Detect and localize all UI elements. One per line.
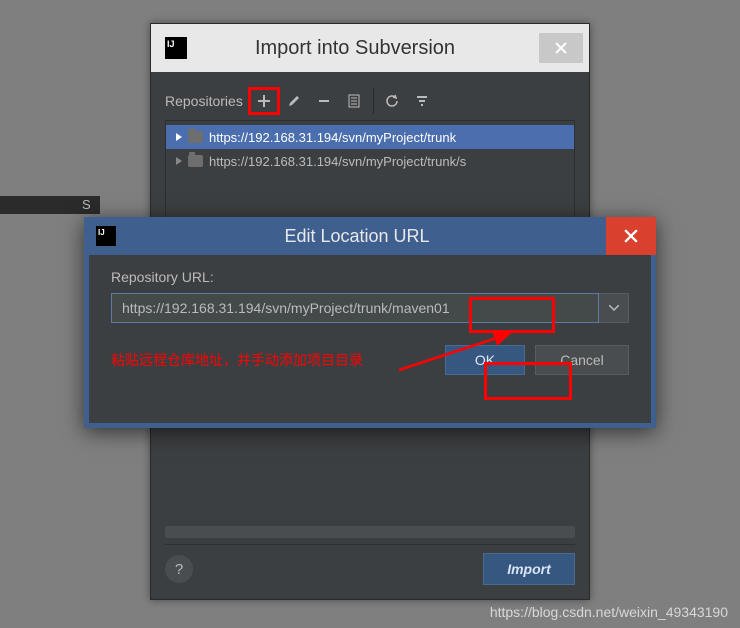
dialog-footer: ? Import: [165, 544, 575, 585]
filter-icon: [415, 94, 429, 108]
page-icon: [348, 94, 360, 108]
filter-button[interactable]: [407, 88, 437, 114]
repository-url-input[interactable]: [111, 293, 599, 323]
refresh-icon: [385, 94, 399, 108]
repo-toolbar: Repositories: [165, 86, 575, 116]
toolbar-label: Repositories: [165, 93, 243, 109]
intellij-icon: IJ: [165, 37, 187, 59]
import-button[interactable]: Import: [483, 553, 575, 585]
tree-item-label: https://192.168.31.194/svn/myProject/tru…: [209, 154, 466, 169]
expand-icon[interactable]: [176, 133, 182, 141]
close-button[interactable]: [539, 33, 583, 63]
bg-editor-stripe: S: [0, 196, 100, 214]
details-button[interactable]: [339, 88, 369, 114]
refresh-button[interactable]: [373, 88, 407, 114]
folder-icon: [188, 131, 203, 143]
edit-repo-button[interactable]: [279, 88, 309, 114]
dialog-title: Edit Location URL: [128, 226, 606, 247]
close-icon: [555, 42, 567, 54]
tree-item-label: https://192.168.31.194/svn/myProject/tru…: [209, 130, 456, 145]
close-icon: [624, 229, 638, 243]
cancel-button[interactable]: Cancel: [535, 345, 629, 375]
url-field-row: [111, 293, 629, 323]
expand-icon[interactable]: [176, 157, 182, 165]
annotation-text: 粘贴远程仓库地址，并手动添加项目目录: [111, 350, 363, 370]
dialog-titlebar: IJ Import into Subversion: [151, 24, 589, 72]
plus-icon: [257, 94, 271, 108]
pencil-icon: [287, 94, 301, 108]
close-button[interactable]: [606, 217, 656, 255]
edit-location-url-dialog: IJ Edit Location URL Repository URL: 粘贴远…: [84, 217, 656, 428]
dialog-title: Import into Subversion: [201, 37, 539, 60]
url-history-dropdown[interactable]: [599, 293, 629, 323]
remove-repo-button[interactable]: [309, 88, 339, 114]
folder-icon: [188, 155, 203, 167]
add-repo-button[interactable]: [249, 88, 279, 114]
dialog-titlebar: IJ Edit Location URL: [84, 217, 656, 255]
tree-item[interactable]: https://192.168.31.194/svn/myProject/tru…: [166, 125, 574, 149]
minus-icon: [317, 94, 331, 108]
ok-button[interactable]: OK: [445, 345, 525, 375]
tree-item[interactable]: https://192.168.31.194/svn/myProject/tru…: [166, 149, 574, 173]
watermark: https://blog.csdn.net/weixin_49343190: [490, 604, 728, 620]
help-button[interactable]: ?: [165, 555, 193, 583]
intellij-icon: IJ: [96, 226, 116, 246]
url-label: Repository URL:: [111, 269, 629, 285]
chevron-down-icon: [609, 305, 619, 311]
horizontal-scrollbar[interactable]: [165, 526, 575, 538]
